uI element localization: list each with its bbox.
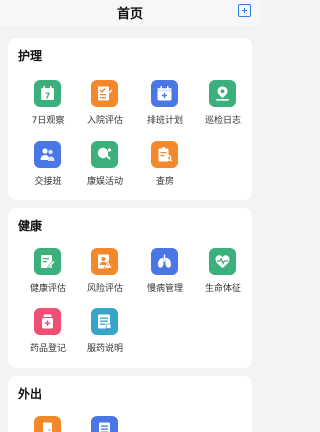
instruction-icon [91, 308, 118, 335]
edit-document-icon [34, 248, 61, 275]
heartbeat-icon [209, 248, 236, 275]
grid-item-label: 7日观察 [31, 116, 65, 126]
nursing-section: 护理 7 7日观察 入院评估 排班计划 巡检日志 交接班 康娱活动 查房 [8, 38, 252, 200]
health-section: 健康 健康评估 风险评估 慢病管理 生命体征 药品登记 服药说明 [8, 208, 252, 368]
grid-item-label: 巡检日志 [204, 116, 241, 126]
ward-round-icon [151, 141, 178, 168]
section-title-nursing: 护理 [18, 49, 43, 63]
list-document-icon [91, 416, 118, 432]
calendar-7-icon: 7 [34, 80, 61, 107]
risk-report-icon [91, 248, 118, 275]
location-pin-icon [209, 80, 236, 107]
section-title-outing: 外出 [18, 387, 43, 401]
handover-icon [34, 141, 61, 168]
outing-section: 外出 [8, 376, 252, 432]
grid-item-label: 药品登记 [29, 344, 66, 354]
grid-item-label: 入院评估 [86, 116, 123, 126]
grid-item-label: 慢病管理 [146, 284, 183, 294]
svg-text:7: 7 [45, 92, 51, 101]
section-title-health: 健康 [18, 219, 43, 233]
grid-item-label: 交接班 [34, 177, 62, 187]
grid-item-label: 生命体征 [204, 284, 241, 294]
grid-item-label: 健康评估 [29, 284, 66, 294]
checklist-icon [91, 80, 118, 107]
schedule-icon [151, 80, 178, 107]
grid-item-label: 查房 [155, 177, 174, 187]
medicine-bottle-icon [34, 308, 61, 335]
ping-pong-icon [91, 141, 118, 168]
plus-square-icon[interactable] [238, 4, 251, 17]
top-bar: 首页 [0, 0, 260, 26]
grid-item-label: 排班计划 [146, 116, 183, 126]
lungs-icon [151, 248, 178, 275]
grid-item-label: 风险评估 [86, 284, 123, 294]
grid-item-label: 服药说明 [86, 344, 123, 354]
door-exit-icon [34, 416, 61, 432]
page-title: 首页 [116, 7, 143, 22]
grid-item-label: 康娱活动 [86, 177, 123, 187]
